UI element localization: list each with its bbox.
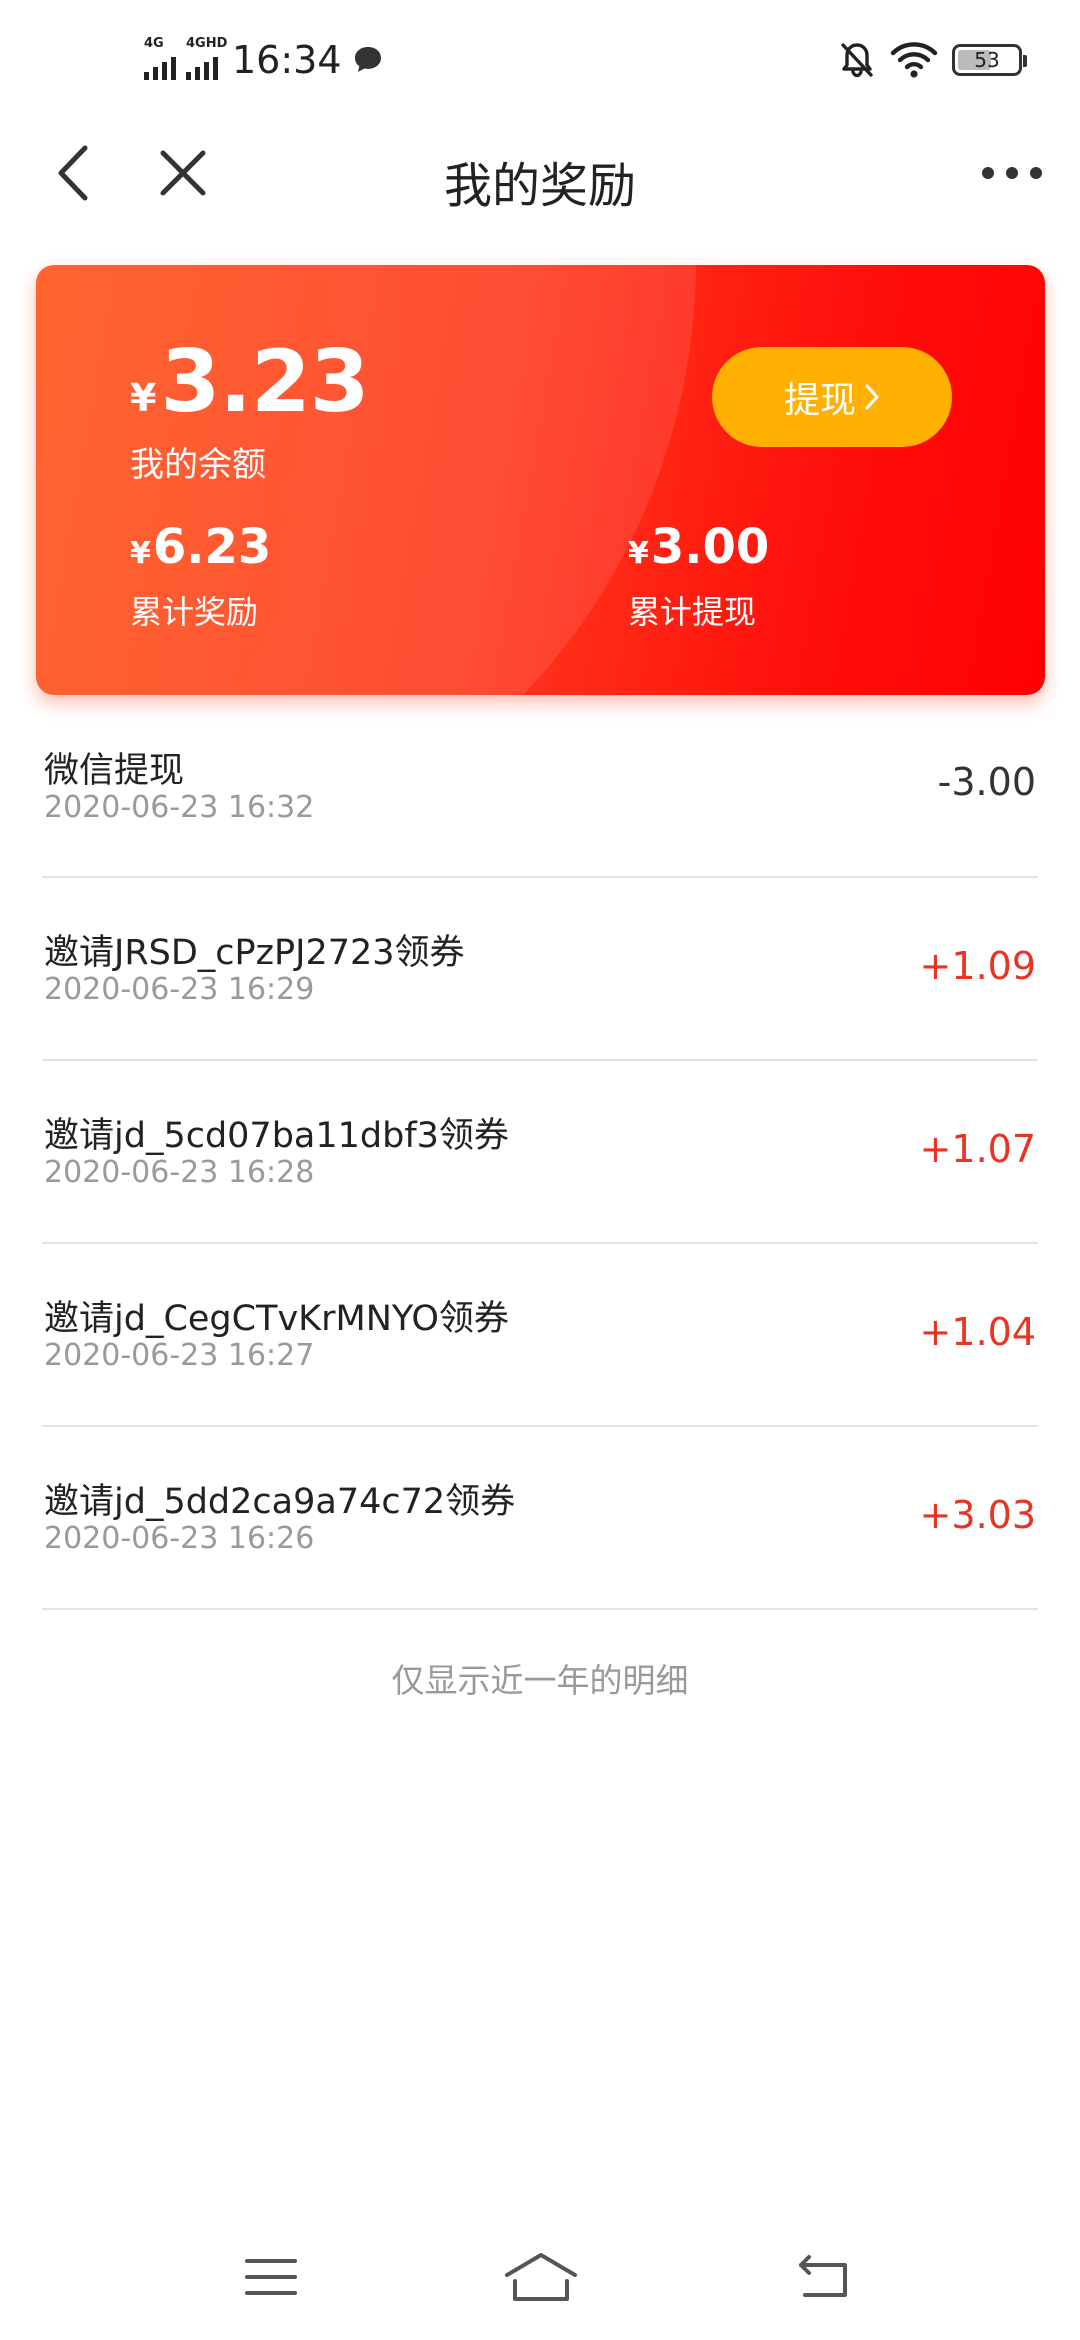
record-title: 邀请JRSD_cPzPJ2723领券 [44,933,465,973]
battery-level: 53 [974,48,1000,72]
total-reward-label: 累计奖励 [130,593,259,631]
record-title: 邀请jd_5dd2ca9a74c72领券 [44,1482,516,1522]
record-amount: +1.09 [919,944,1036,988]
record-time: 2020-06-23 16:26 [44,1521,315,1556]
record-row[interactable]: 微信提现 2020-06-23 16:32 -3.00 [42,728,1038,878]
more-button[interactable] [970,136,1054,210]
record-row[interactable]: 邀请jd_5cd07ba11dbf3领券 2020-06-23 16:28 +1… [42,1061,1038,1244]
currency-symbol: ¥ [130,536,151,571]
withdraw-button[interactable]: 提现 [712,347,952,447]
balance-amount: ¥ 3.23 [130,332,370,432]
record-title: 邀请jd_5cd07ba11dbf3领券 [44,1116,509,1156]
status-bar: 4G 4GHD 16:34 53 [0,0,1080,120]
record-title: 微信提现 [44,751,185,791]
home-icon [505,2253,577,2301]
record-amount: +1.04 [919,1310,1036,1354]
system-nav-bar [0,2230,1080,2340]
currency-symbol: ¥ [628,536,649,571]
mute-bell-icon [841,43,873,78]
home-button[interactable] [496,2242,586,2312]
total-withdrawn-label: 累计提现 [628,593,757,631]
record-row[interactable]: 邀请jd_5dd2ca9a74c72领券 2020-06-23 16:26 +3… [42,1427,1038,1610]
reward-records-list: 微信提现 2020-06-23 16:32 -3.00 邀请JRSD_cPzPJ… [42,728,1038,1610]
signal-label: 4GHD [186,36,228,51]
page-title: 我的奖励 [443,158,636,214]
balance-label: 我的余额 [130,445,266,485]
chevron-right-icon [865,384,879,410]
record-time: 2020-06-23 16:27 [44,1338,315,1373]
record-amount: +1.07 [919,1127,1036,1171]
status-right: 53 [838,38,1027,82]
withdraw-label: 提现 [783,380,856,421]
record-title: 邀请jd_CegCTvKrMNYO领券 [44,1299,509,1339]
record-time: 2020-06-23 16:29 [44,972,315,1007]
currency-symbol: ¥ [130,376,157,420]
battery-icon: 53 [952,44,1027,76]
system-back-button[interactable] [778,2242,868,2312]
record-time: 2020-06-23 16:32 [44,790,315,825]
total-reward-value: 6.23 [152,519,272,575]
balance-card: ¥ 3.23 我的余额 提现 ¥ 6.23 累计奖励 ¥ 3.00 累计提现 [36,265,1045,695]
signal-icon: 4GHD [186,36,227,80]
recent-apps-button[interactable] [226,2242,316,2312]
more-dots-icon [982,167,1042,179]
record-time: 2020-06-23 16:28 [44,1155,315,1190]
record-row[interactable]: 邀请JRSD_cPzPJ2723领券 2020-06-23 16:29 +1.0… [42,878,1038,1061]
menu-icon [245,2259,297,2295]
record-amount: +3.03 [919,1493,1036,1537]
status-time: 16:34 [232,38,342,82]
record-row[interactable]: 邀请jd_CegCTvKrMNYO领券 2020-06-23 16:27 +1.… [42,1244,1038,1427]
header-bar: 我的奖励 [0,120,1080,226]
signal-icon: 4G [144,36,176,80]
total-withdrawn-value: 3.00 [650,519,770,575]
status-left: 4G 4GHD 16:34 [144,34,384,86]
wifi-icon [890,42,938,78]
balance-value: 3.23 [160,332,369,432]
return-icon [799,2255,847,2297]
signal-label: 4G [144,36,164,51]
total-withdrawn-stat: ¥ 3.00 累计提现 [628,523,769,633]
record-amount: -3.00 [937,760,1036,804]
total-reward-stat: ¥ 6.23 累计奖励 [130,523,271,633]
message-icon [354,47,381,72]
history-range-note: 仅显示近一年的明细 [391,1661,689,1700]
